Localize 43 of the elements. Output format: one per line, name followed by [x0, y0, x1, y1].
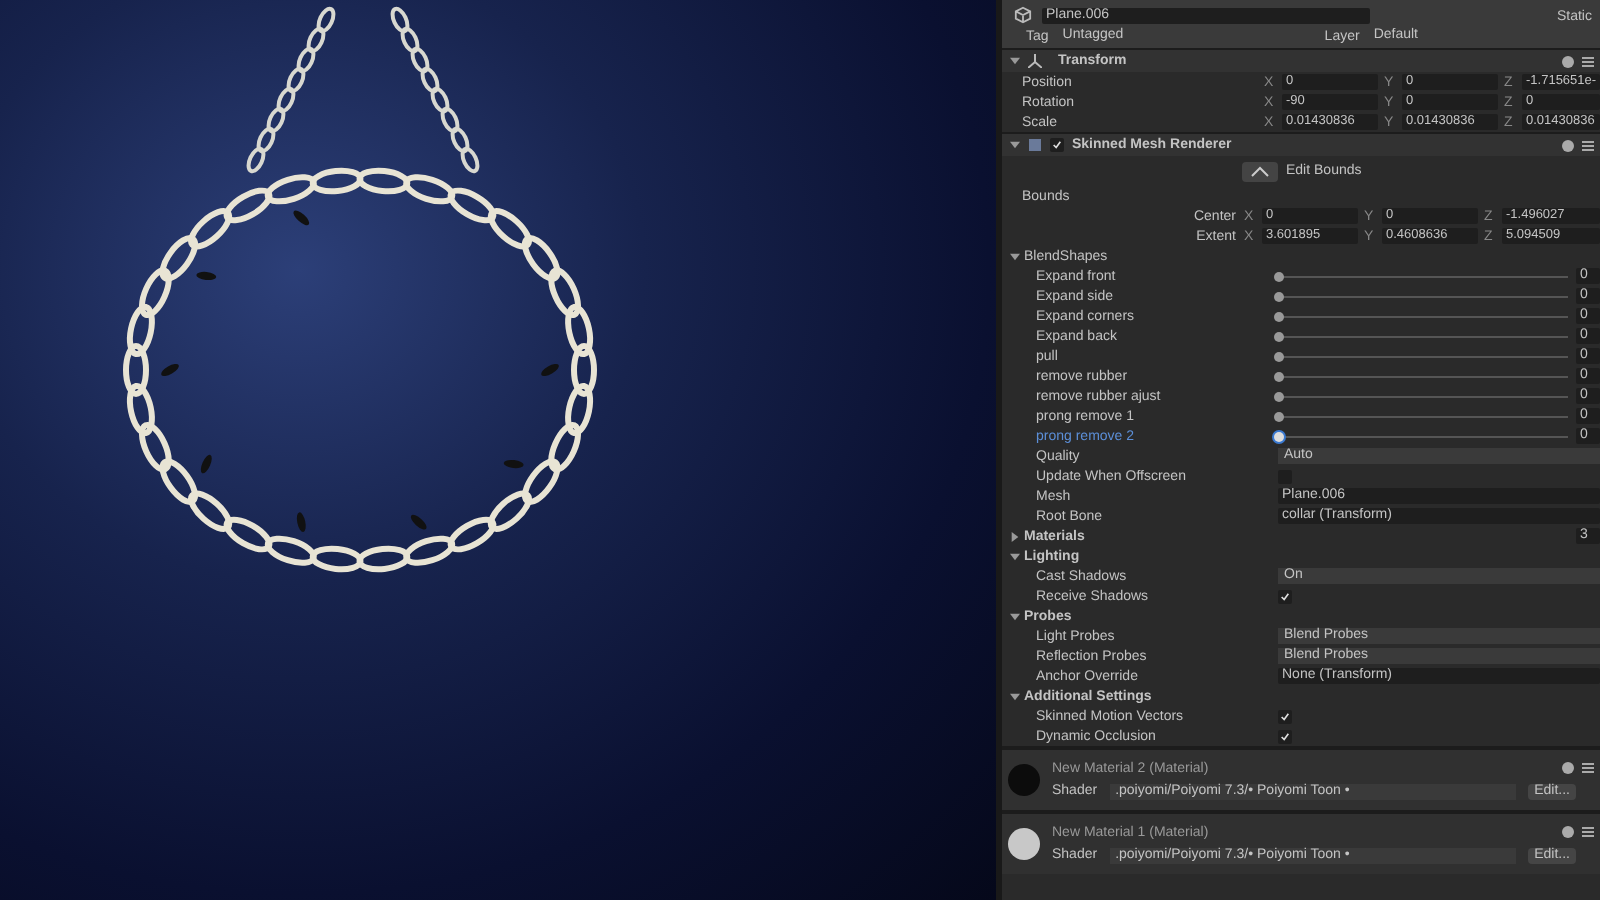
slider-thumb[interactable] — [1274, 351, 1284, 361]
foldout-arrow-icon[interactable] — [1010, 611, 1020, 621]
slider-thumb[interactable] — [1274, 311, 1284, 321]
slider[interactable] — [1278, 308, 1568, 324]
bounds-icon — [1250, 165, 1270, 177]
slider[interactable] — [1278, 428, 1568, 444]
slider-thumb[interactable] — [1274, 431, 1284, 441]
mesh-renderer-icon — [1028, 138, 1042, 152]
slider[interactable] — [1278, 368, 1568, 384]
foldout-arrow-icon[interactable] — [1010, 140, 1020, 150]
slider-thumb[interactable] — [1274, 331, 1284, 341]
checkbox[interactable] — [1278, 709, 1292, 723]
slider-thumb[interactable] — [1274, 411, 1284, 421]
slider-thumb[interactable] — [1274, 391, 1284, 401]
transform-icon — [1028, 54, 1042, 68]
help-icon[interactable] — [1562, 762, 1574, 774]
foldout-arrow-icon[interactable] — [1010, 691, 1020, 701]
slider-thumb[interactable] — [1274, 371, 1284, 381]
slider[interactable] — [1278, 288, 1568, 304]
enabled-checkbox[interactable] — [1050, 138, 1064, 152]
foldout-arrow-icon[interactable] — [1010, 531, 1020, 541]
scene-view[interactable] — [0, 0, 996, 900]
checkbox[interactable] — [1278, 729, 1292, 743]
slider[interactable] — [1278, 348, 1568, 364]
slider[interactable] — [1278, 268, 1568, 284]
foldout-arrow-icon[interactable] — [1010, 56, 1020, 66]
checkbox[interactable] — [1278, 589, 1292, 603]
cube-icon — [1014, 6, 1032, 24]
help-icon[interactable] — [1562, 139, 1574, 151]
foldout-arrow-icon[interactable] — [1010, 551, 1020, 561]
slider-thumb[interactable] — [1274, 291, 1284, 301]
foldout-arrow-icon[interactable] — [1010, 251, 1020, 261]
slider[interactable] — [1278, 328, 1568, 344]
settings-icon[interactable] — [1582, 826, 1594, 838]
slider[interactable] — [1278, 388, 1568, 404]
edit-bounds-button[interactable] — [1242, 161, 1278, 181]
settings-icon[interactable] — [1582, 55, 1594, 67]
settings-icon[interactable] — [1582, 762, 1594, 774]
slider[interactable] — [1278, 408, 1568, 424]
slider-thumb[interactable] — [1274, 271, 1284, 281]
help-icon[interactable] — [1562, 55, 1574, 67]
settings-icon[interactable] — [1582, 139, 1594, 151]
help-icon[interactable] — [1562, 826, 1574, 838]
